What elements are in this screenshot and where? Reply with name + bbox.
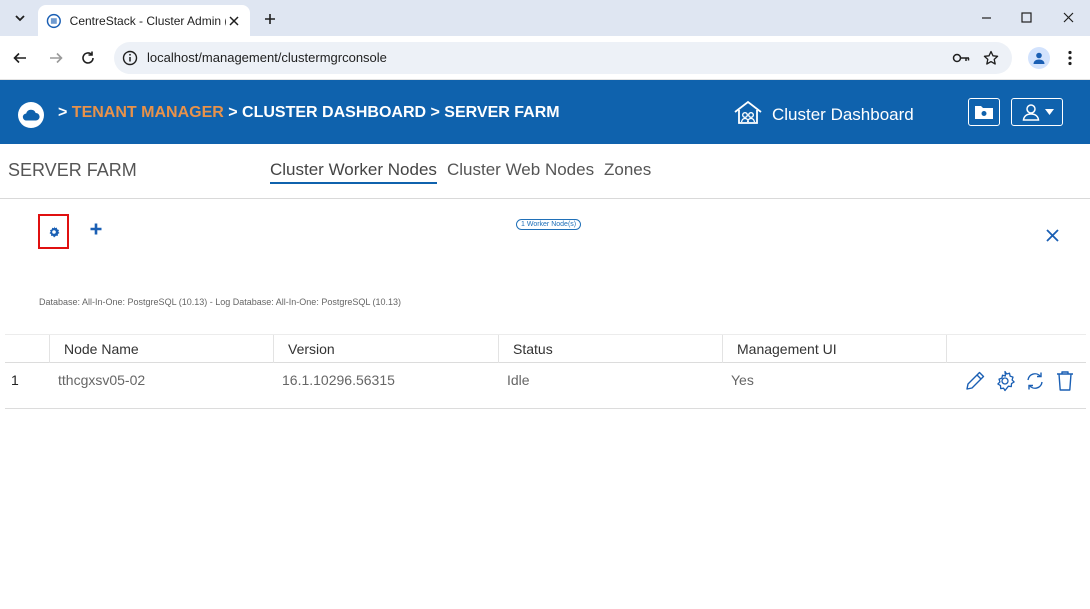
bookmark-star-icon[interactable]: [982, 49, 1000, 67]
trash-icon: [1057, 371, 1073, 391]
back-button[interactable]: [8, 46, 32, 70]
table-header: Node Name Version Status Management UI: [5, 334, 1086, 363]
centrestack-favicon-icon: [46, 13, 61, 28]
tab-close-icon[interactable]: [226, 13, 242, 29]
settings-button[interactable]: [38, 214, 69, 249]
window-close-button[interactable]: [1046, 0, 1090, 34]
add-node-button[interactable]: [85, 218, 107, 240]
more-vertical-icon: [1068, 50, 1072, 66]
worker-node-count-badge: 1 Worker Node(s): [516, 219, 582, 230]
minimize-icon: [981, 16, 991, 19]
delete-node-button[interactable]: [1053, 369, 1077, 393]
caret-down-icon: [1044, 109, 1054, 115]
person-icon: [1033, 52, 1045, 64]
cloud-logo-icon: [22, 109, 40, 121]
cell-node-name: tthcgxsv05-02: [58, 372, 146, 388]
sync-node-button[interactable]: [1023, 369, 1047, 393]
page-subheader: SERVER FARM Cluster Worker Nodes Cluster…: [0, 144, 1090, 199]
tab-zones[interactable]: Zones: [604, 160, 651, 182]
breadcrumb: > TENANT MANAGER > CLUSTER DASHBOARD > S…: [58, 104, 560, 122]
breadcrumb-separator: >: [58, 104, 68, 121]
gear-icon: [997, 370, 1015, 392]
column-actions: [946, 335, 1086, 363]
chevron-down-icon: [15, 15, 25, 22]
new-tab-button[interactable]: [258, 7, 282, 31]
tab-search-button[interactable]: [8, 6, 32, 30]
breadcrumb-server-farm[interactable]: SERVER FARM: [444, 104, 559, 121]
breadcrumb-cluster-dashboard[interactable]: CLUSTER DASHBOARD: [242, 104, 426, 121]
close-button[interactable]: [1043, 226, 1061, 244]
column-status[interactable]: Status: [498, 335, 724, 363]
cell-management-ui: Yes: [731, 372, 754, 388]
cell-version: 16.1.10296.56315: [282, 372, 395, 388]
pencil-icon: [966, 371, 985, 390]
browser-tab-title: CentreStack - Cluster Admin (jm: [69, 13, 227, 28]
close-icon: [1063, 12, 1073, 22]
folder-icon: [975, 106, 993, 119]
tab-cluster-web-nodes[interactable]: Cluster Web Nodes: [447, 160, 594, 182]
browser-tab[interactable]: CentreStack - Cluster Admin (jm: [38, 5, 250, 36]
arrow-left-icon: [13, 52, 26, 64]
profile-button[interactable]: [1028, 47, 1050, 69]
browser-tab-strip: CentreStack - Cluster Admin (jm: [0, 0, 1090, 36]
minimize-button[interactable]: [964, 0, 1008, 34]
edit-node-button[interactable]: [963, 369, 987, 393]
browser-toolbar: localhost/management/clustermgrconsole: [0, 36, 1090, 80]
plus-icon: [90, 223, 102, 235]
page-title: SERVER FARM: [8, 160, 137, 180]
column-management-ui[interactable]: Management UI: [722, 335, 947, 363]
tab-cluster-worker-nodes[interactable]: Cluster Worker Nodes: [270, 160, 437, 184]
close-icon: [1045, 228, 1059, 242]
breadcrumb-separator: >: [228, 104, 238, 121]
plus-icon: [265, 14, 275, 24]
maximize-icon: [1020, 11, 1032, 23]
cluster-home-icon[interactable]: [733, 100, 763, 126]
row-actions: [963, 369, 1077, 393]
arrow-right-icon: [50, 52, 63, 64]
password-key-icon[interactable]: [952, 49, 970, 67]
user-menu-button[interactable]: [1011, 98, 1063, 126]
app-logo[interactable]: [18, 102, 44, 128]
site-info-icon[interactable]: [122, 50, 138, 66]
gear-icon: [49, 226, 59, 237]
folder-button[interactable]: [968, 98, 1000, 126]
node-settings-button[interactable]: [993, 369, 1017, 393]
cell-status: Idle: [507, 372, 530, 388]
user-icon: [1022, 104, 1039, 121]
reload-button[interactable]: [76, 46, 100, 70]
reload-icon: [82, 51, 94, 64]
app-header: > TENANT MANAGER > CLUSTER DASHBOARD > S…: [0, 80, 1090, 144]
refresh-icon: [1027, 372, 1043, 390]
column-version[interactable]: Version: [273, 335, 499, 363]
table-row[interactable]: 1 tthcgxsv05-02 16.1.10296.56315 Idle Ye…: [5, 363, 1086, 409]
browser-menu-button[interactable]: [1062, 47, 1078, 69]
column-node-name[interactable]: Node Name: [49, 335, 275, 363]
worker-nodes-table: Node Name Version Status Management UI 1…: [5, 334, 1086, 409]
row-index: 1: [11, 372, 19, 388]
address-bar[interactable]: localhost/management/clustermgrconsole: [114, 42, 1012, 74]
database-info: Database: All-In-One: PostgreSQL (10.13)…: [39, 297, 402, 307]
url-text: localhost/management/clustermgrconsole: [147, 50, 387, 65]
maximize-button[interactable]: [1004, 0, 1048, 34]
cluster-dashboard-link[interactable]: Cluster Dashboard: [772, 105, 914, 125]
breadcrumb-tenant-manager[interactable]: TENANT MANAGER: [72, 104, 224, 121]
forward-button[interactable]: [44, 46, 68, 70]
breadcrumb-separator: >: [430, 104, 440, 121]
